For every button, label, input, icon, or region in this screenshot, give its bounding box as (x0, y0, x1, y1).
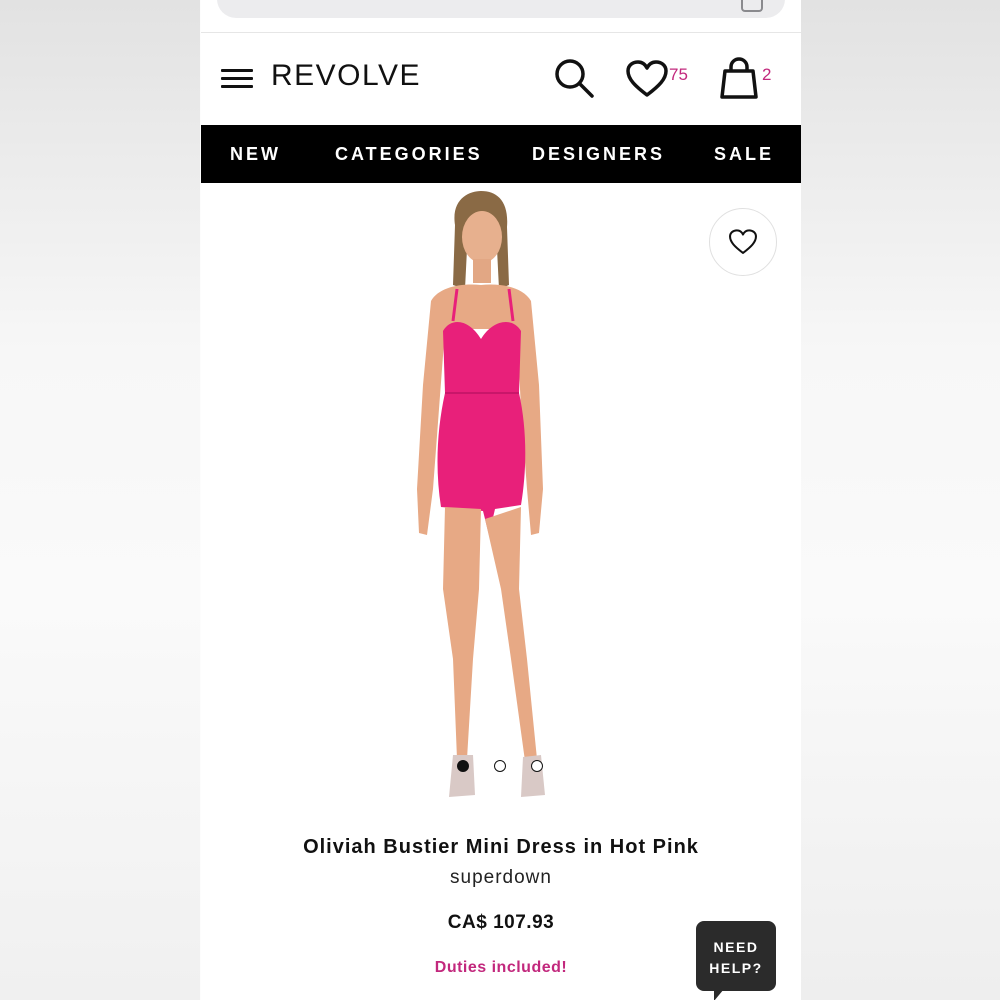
wishlist-count: 75 (669, 65, 688, 84)
need-help-label: NEED HELP? (709, 939, 763, 976)
search-icon[interactable] (553, 57, 595, 99)
carousel-dots (457, 760, 553, 774)
site-header: REVOLVE 75 2 (201, 33, 801, 125)
heart-icon[interactable] (625, 59, 669, 99)
hamburger-menu-icon[interactable] (221, 69, 253, 89)
product-brand[interactable]: superdown (201, 867, 801, 889)
favorite-button[interactable] (709, 208, 777, 276)
nav-item-designers[interactable]: DESIGNERS (532, 144, 665, 165)
browser-address-bar[interactable] (217, 0, 785, 18)
chat-bubble-tail (714, 989, 734, 1000)
tabs-icon[interactable] (741, 0, 763, 12)
nav-item-new[interactable]: NEW (230, 144, 281, 165)
product-image-carousel[interactable] (201, 183, 801, 823)
heart-outline-icon (729, 229, 757, 254)
main-nav: NEW CATEGORIES DESIGNERS SALE (201, 125, 801, 183)
bag-count: 2 (762, 65, 772, 84)
site-logo[interactable]: REVOLVE (271, 59, 421, 93)
nav-item-sale[interactable]: SALE (714, 144, 774, 165)
background-right (800, 0, 1000, 1000)
product-title: Oliviah Bustier Mini Dress in Hot Pink (303, 836, 699, 858)
need-help-chat-button[interactable]: NEED HELP? (696, 921, 776, 1000)
background-left (0, 0, 200, 1000)
nav-item-categories[interactable]: CATEGORIES (335, 144, 483, 165)
carousel-dot-3[interactable] (531, 760, 543, 772)
carousel-dot-1[interactable] (457, 760, 469, 772)
product-image (417, 191, 545, 797)
shopping-bag-icon[interactable] (719, 57, 759, 101)
phone-screen: REVOLVE 75 2 NEW CATEGORIES DESIGNERS SA… (201, 0, 801, 1000)
carousel-dot-2[interactable] (494, 760, 506, 772)
